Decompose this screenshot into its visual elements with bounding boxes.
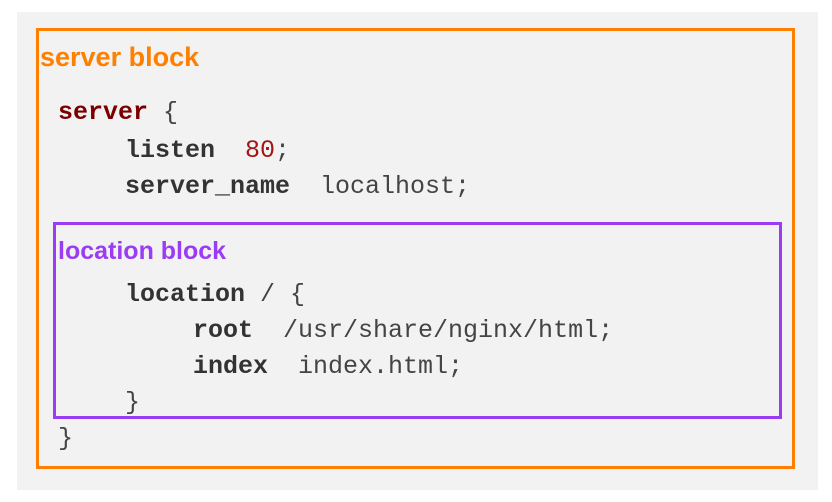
index-keyword: index [193, 352, 269, 381]
root-value: /usr/share/nginx/html; [253, 316, 614, 345]
code-line-server-name: server_name localhost; [125, 174, 470, 199]
code-line-location: location / { [125, 282, 305, 307]
root-keyword: root [193, 316, 254, 345]
index-value: index.html; [268, 352, 464, 381]
code-line-root: root /usr/share/nginx/html; [193, 318, 613, 343]
location-path: / { [245, 280, 306, 309]
server-name-value: localhost; [290, 172, 471, 201]
location-block-label: location block [58, 237, 227, 265]
server-close-brace: } [58, 424, 74, 453]
server-block-label: server block [40, 42, 200, 72]
listen-semicolon: ; [275, 136, 291, 165]
server-open-brace: { [148, 98, 179, 127]
location-keyword: location [125, 280, 246, 309]
listen-gap [215, 136, 245, 165]
code-line-index: index index.html; [193, 354, 463, 379]
server-name-keyword: server_name [125, 172, 291, 201]
listen-keyword: listen [125, 136, 216, 165]
code-line-server: server { [58, 100, 178, 125]
listen-port-value: 80 [245, 136, 276, 165]
server-keyword: server [58, 98, 149, 127]
code-line-listen: listen 80; [125, 138, 290, 163]
location-close-brace: } [125, 388, 141, 417]
